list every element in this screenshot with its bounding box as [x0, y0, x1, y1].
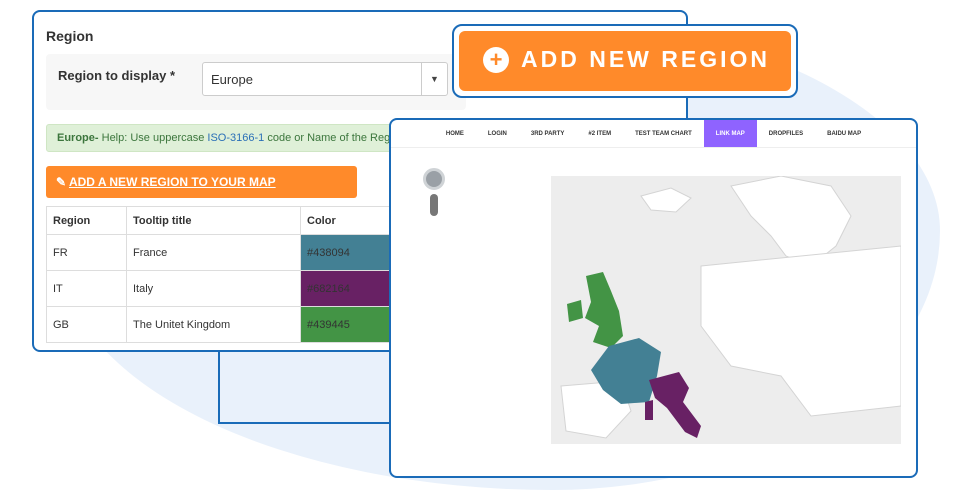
nav-item[interactable]: #2 ITEM [576, 120, 623, 147]
cell-region: GB [46, 306, 127, 343]
cell-title: Italy [126, 270, 301, 307]
nav-item[interactable]: DROPFILES [757, 120, 815, 147]
help-region: Europe- [57, 132, 99, 144]
cell-title: France [126, 234, 301, 271]
ireland-region[interactable] [567, 300, 583, 322]
nav-item[interactable]: LOGIN [476, 120, 519, 147]
help-text: Help: Use uppercase [98, 132, 208, 144]
connector-line [218, 352, 408, 424]
add-new-region-button[interactable]: + ADD NEW REGION [459, 31, 791, 91]
region-select-value: Europe [211, 72, 253, 87]
zoom-knob-icon[interactable] [423, 168, 445, 190]
united-kingdom-region[interactable] [585, 272, 623, 348]
add-region-link-label: ADD A NEW REGION TO YOUR MAP [68, 175, 276, 189]
help-tail: code or Name of the Regio [264, 132, 399, 144]
cell-region: IT [46, 270, 127, 307]
cell-title: The Unitet Kingdom [126, 306, 301, 343]
region-select[interactable]: Europe ▼ [202, 62, 448, 96]
edit-icon: ✎ [56, 175, 69, 189]
italy-region[interactable] [649, 372, 701, 438]
zoom-slider[interactable] [430, 194, 438, 216]
chevron-down-icon[interactable]: ▼ [421, 63, 447, 95]
add-new-region-label: ADD NEW REGION [521, 46, 770, 72]
nav-item[interactable]: 3RD PARTY [519, 120, 577, 147]
iso-link[interactable]: ISO-3166-1 [207, 132, 264, 144]
nav-item[interactable]: LINK MAP [703, 120, 757, 147]
map-nav-bar: HOME LOGIN 3RD PARTY #2 ITEM TEST TEAM CHART… [391, 120, 916, 148]
table-header-0: Region [46, 206, 127, 235]
add-region-link-button[interactable]: ✎ ADD A NEW REGION TO YOUR MAP [46, 166, 357, 198]
panel-title: Region [46, 28, 94, 44]
region-field-group: Region to display * Europe ▼ [46, 54, 466, 110]
map-preview-window: HOME LOGIN 3RD PARTY #2 ITEM TEST TEAM CHART… [389, 118, 918, 478]
nav-item[interactable]: HOME [434, 120, 476, 147]
iceland-land [640, 187, 692, 213]
cell-region: FR [46, 234, 127, 271]
europe-map[interactable] [551, 175, 902, 444]
region-to-display-label: Region to display * [58, 68, 176, 83]
sardinia-region[interactable] [645, 400, 653, 420]
zoom-control[interactable] [423, 168, 445, 216]
table-header-1: Tooltip title [126, 206, 301, 235]
nav-item[interactable]: TEST TEAM CHART [623, 120, 704, 147]
eastern-europe-land [700, 245, 902, 417]
europe-map-svg [560, 175, 902, 439]
add-new-region-button-frame: + ADD NEW REGION [452, 24, 798, 98]
plus-circle-icon: + [483, 47, 509, 73]
nav-item[interactable]: BAIDU MAP [815, 120, 873, 147]
